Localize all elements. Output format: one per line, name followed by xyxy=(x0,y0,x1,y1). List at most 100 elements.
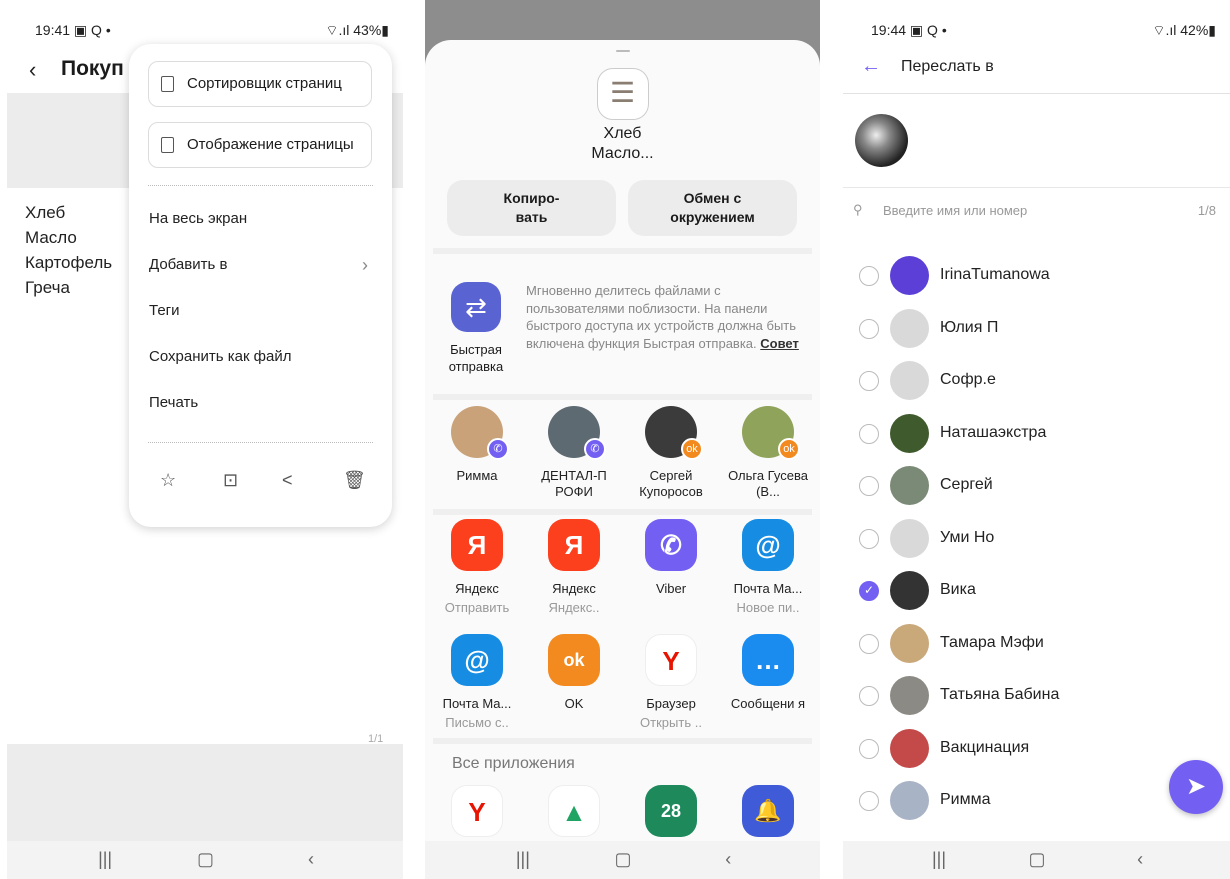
search-input[interactable]: Введите имя или номер xyxy=(883,203,1027,218)
viber-icon: ✆ xyxy=(645,519,697,571)
status-bar: 19:41 ▣ Q • ⌔.ıl 43%▮ xyxy=(35,22,389,42)
contact-name: Тамара Мэфи xyxy=(940,633,1044,651)
arrow-left-icon[interactable]: ← xyxy=(861,55,881,78)
recents-icon[interactable]: ||| xyxy=(932,849,946,870)
radio-button[interactable] xyxy=(859,476,879,496)
contact-row[interactable]: Юлия П xyxy=(843,303,1230,355)
contact-row[interactable]: ✓ Вика xyxy=(843,565,1230,617)
contact-row[interactable]: Вакцинация xyxy=(843,723,1230,775)
page-display-button[interactable]: Отображение страницы xyxy=(148,122,372,168)
app-name: OK xyxy=(564,696,584,711)
system-nav-bar: ||| ▢ ‹ xyxy=(843,841,1230,879)
tip-link[interactable]: Совет xyxy=(760,336,799,351)
menu-action-icons: ☆ ⊡ < 🗑 xyxy=(129,470,392,494)
contact-row[interactable]: Уми Но xyxy=(843,513,1230,565)
app-name: Яндекс xyxy=(455,581,499,596)
recents-icon[interactable]: ||| xyxy=(98,849,112,870)
checkbox-checked-icon[interactable]: ✓ xyxy=(859,581,879,601)
contact-row[interactable]: Наташаэкстра xyxy=(843,408,1230,460)
radio-button[interactable] xyxy=(859,371,879,391)
contact-row[interactable]: Софр.е xyxy=(843,355,1230,407)
menu-save-as-file[interactable]: Сохранить как файл xyxy=(149,348,292,365)
yandex-icon: Я xyxy=(451,519,503,571)
home-icon[interactable]: ▢ xyxy=(615,849,632,870)
radio-button[interactable] xyxy=(859,423,879,444)
radio-button[interactable] xyxy=(859,266,879,286)
back-icon[interactable]: ‹ xyxy=(29,57,36,83)
divider xyxy=(148,442,373,443)
copy-button[interactable]: Копиро- вать xyxy=(447,180,616,236)
contact-row[interactable]: Тамара Мэфи xyxy=(843,618,1230,670)
contact-name: Наташаэкстра xyxy=(940,423,1047,441)
document-icon: ☰ xyxy=(596,68,649,120)
avatar xyxy=(890,256,929,295)
avatar xyxy=(890,466,929,505)
trash-icon[interactable]: 🗑 xyxy=(343,470,366,491)
avatar xyxy=(890,728,929,768)
status-time: 19:44 ▣ Q • xyxy=(871,22,947,38)
back-nav-icon[interactable]: ‹ xyxy=(725,849,731,870)
radio-button[interactable] xyxy=(859,738,879,759)
search-bar[interactable]: ⚲ Введите имя или номер 1/8 xyxy=(853,202,1216,222)
app-subtitle: Яндекс.. xyxy=(548,600,600,615)
star-icon[interactable]: ☆ xyxy=(160,470,176,491)
yandex-icon: Я xyxy=(548,519,600,571)
menu-print[interactable]: Печать xyxy=(149,394,198,411)
quick-share-icon[interactable]: ⇄ xyxy=(451,282,501,332)
contact-row[interactable]: IrinaTumanowa xyxy=(843,250,1230,302)
note-body[interactable]: Хлеб Масло Картофель Греча xyxy=(25,200,112,300)
home-icon[interactable]: ▢ xyxy=(1029,849,1046,870)
page-sorter-button[interactable]: Сортировщик страниц xyxy=(148,61,372,107)
page-sorter-icon xyxy=(161,76,174,92)
avatar xyxy=(890,676,929,715)
radio-button[interactable] xyxy=(859,791,879,811)
page-display-label: Отображение страницы xyxy=(187,136,354,153)
ok-icon: ok xyxy=(778,438,800,460)
divider xyxy=(843,93,1230,94)
radio-button[interactable] xyxy=(859,633,879,654)
radio-button[interactable] xyxy=(859,528,879,549)
menu-tags[interactable]: Теги xyxy=(149,302,180,319)
yandex-browser-icon: Y xyxy=(645,634,697,686)
contact-row[interactable]: Сергей xyxy=(843,460,1230,512)
note-line: Масло xyxy=(25,228,77,247)
back-nav-icon[interactable]: ‹ xyxy=(308,849,314,870)
contact-name: Вакцинация xyxy=(940,738,1030,756)
contact-name: Сергей xyxy=(940,476,993,493)
all-apps-heading: Все приложения xyxy=(452,755,575,772)
contact-list: IrinaTumanowa Юлия П Софр.е Наташаэкстра Сер… xyxy=(843,222,1230,842)
page-title: Переслать в xyxy=(901,58,994,75)
contact-row[interactable]: Татьяна Бабина xyxy=(843,670,1230,722)
quick-share-section: ⇄ Быстрая отправка Мгновенно делитесь фа… xyxy=(425,280,820,380)
status-indicators: ⌔.ıl 42%▮ xyxy=(1152,22,1216,38)
share-icon[interactable]: < xyxy=(282,470,293,491)
notes-screen: 19:41 ▣ Q • ⌔.ıl 43%▮ ‹ Покуп Хлеб Масло… xyxy=(7,0,403,879)
recents-icon[interactable]: ||| xyxy=(516,849,530,870)
contact-name: Сергей Купоросов xyxy=(639,468,703,499)
app-subtitle: Письмо с.. xyxy=(445,715,509,730)
section-divider xyxy=(433,738,812,744)
section-divider xyxy=(433,394,812,400)
nearby-share-button[interactable]: Обмен с окружением xyxy=(628,180,797,236)
messages-icon: … xyxy=(742,634,794,686)
quick-share-label[interactable]: Быстрая отправка xyxy=(435,341,517,375)
menu-fullscreen[interactable]: На весь экран xyxy=(149,210,247,227)
contact-name: Ольга Гусева (В... xyxy=(728,468,808,499)
sheet-handle[interactable] xyxy=(615,50,630,52)
radio-button[interactable] xyxy=(859,686,879,706)
radio-button[interactable] xyxy=(859,318,879,339)
contact-name: Уми Но xyxy=(940,528,995,546)
app-name: Почта Ма... xyxy=(733,581,803,596)
avatar xyxy=(890,571,929,610)
back-nav-icon[interactable]: ‹ xyxy=(1137,849,1143,870)
send-button[interactable]: ➤ xyxy=(1169,760,1223,814)
share-screen: ☰ Хлеб Масло... Копиро- вать Обмен с окр… xyxy=(425,0,820,879)
contact-name: Татьяна Бабина xyxy=(940,686,1060,703)
lock-icon[interactable]: ⊡ xyxy=(223,470,238,491)
forward-header: ← Переслать в xyxy=(843,55,1230,81)
menu-add-to[interactable]: Добавить в xyxy=(149,256,227,273)
home-icon[interactable]: ▢ xyxy=(197,849,214,870)
ok-icon: ok xyxy=(548,634,600,686)
selected-contact-avatar[interactable] xyxy=(855,114,908,167)
note-line: Хлеб xyxy=(25,203,66,222)
